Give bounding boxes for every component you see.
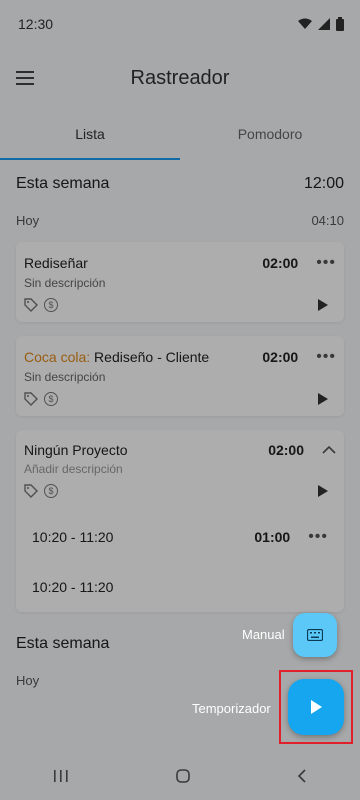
- status-time: 12:30: [18, 16, 54, 32]
- week-total: 12:00: [303, 175, 344, 192]
- manual-fab-label: Manual: [242, 627, 285, 642]
- entry-title: Coca cola: Rediseño - Cliente: [24, 349, 209, 365]
- play-icon[interactable]: [318, 485, 328, 497]
- time-entry-card[interactable]: Coca cola: Rediseño - Cliente 02:00 ••• …: [16, 336, 344, 416]
- system-nav-bar: [0, 752, 360, 800]
- wifi-icon: [298, 18, 312, 29]
- entry-task: Rediseño - Cliente: [94, 349, 210, 365]
- back-icon[interactable]: [296, 768, 308, 784]
- entry-description-placeholder[interactable]: Añadir descripción: [24, 462, 336, 476]
- time-entry-card[interactable]: Rediseñar 02:00 ••• Sin descripción $: [16, 242, 344, 322]
- battery-icon: [336, 17, 344, 31]
- app-bar: Rastreador: [0, 48, 360, 108]
- sub-entry-range: 10:20 - 11:20: [32, 529, 114, 545]
- manual-entry-button[interactable]: [293, 613, 337, 657]
- entry-title: Ningún Proyecto: [24, 442, 128, 458]
- more-options-icon[interactable]: •••: [308, 528, 328, 546]
- entry-description: Sin descripción: [24, 276, 106, 290]
- page-title: Rastreador: [130, 66, 230, 89]
- day-header: Hoy 04:10: [16, 208, 344, 232]
- entry-title: Rediseñar: [24, 255, 88, 271]
- status-bar: 12:30: [0, 0, 360, 48]
- tag-icon[interactable]: [24, 484, 38, 498]
- tab-indicator: [0, 158, 180, 160]
- tag-icon[interactable]: [24, 298, 38, 312]
- billable-icon[interactable]: $: [44, 392, 58, 406]
- entry-duration: 02:00: [262, 255, 299, 271]
- tab-lista[interactable]: Lista: [0, 108, 180, 160]
- sub-entry-row[interactable]: 10:20 - 11:20: [24, 562, 336, 612]
- tab-bar: Lista Pomodoro: [0, 108, 360, 160]
- play-icon[interactable]: [318, 299, 328, 311]
- play-icon[interactable]: [318, 393, 328, 405]
- time-entry-card-expanded[interactable]: Ningún Proyecto 02:00 Añadir descripción…: [16, 430, 344, 612]
- home-icon[interactable]: [175, 768, 191, 784]
- play-icon: [311, 700, 322, 714]
- more-options-icon[interactable]: •••: [316, 348, 336, 366]
- entry-duration: 02:00: [268, 442, 304, 458]
- hamburger-menu-icon[interactable]: [16, 64, 44, 92]
- chevron-up-icon[interactable]: [322, 445, 336, 455]
- billable-icon[interactable]: $: [44, 298, 58, 312]
- sub-entry-range: 10:20 - 11:20: [32, 579, 114, 595]
- recents-icon[interactable]: [52, 769, 70, 783]
- sub-entry-duration: 01:00: [254, 529, 291, 545]
- week-label: Esta semana: [16, 175, 110, 192]
- day-label: Hoy: [16, 672, 40, 688]
- start-timer-button[interactable]: [288, 679, 344, 735]
- tab-pomodoro[interactable]: Pomodoro: [180, 108, 360, 160]
- tag-icon[interactable]: [24, 392, 38, 406]
- day-label: Hoy: [16, 212, 40, 228]
- entry-project: Coca cola:: [24, 349, 91, 365]
- status-icons: [298, 17, 344, 31]
- timer-fab-label: Temporizador: [192, 701, 271, 716]
- week-label: Esta semana: [16, 635, 110, 652]
- more-options-icon[interactable]: •••: [316, 254, 336, 272]
- entry-description: Sin descripción: [24, 370, 106, 384]
- signal-icon: [318, 18, 330, 30]
- day-total: 04:10: [311, 212, 344, 228]
- sub-entry-row[interactable]: 10:20 - 11:20 01:00 •••: [24, 512, 336, 562]
- keyboard-icon: [307, 629, 323, 641]
- entry-duration: 02:00: [262, 349, 299, 365]
- billable-icon[interactable]: $: [44, 484, 58, 498]
- week-header: Esta semana 12:00: [16, 160, 344, 208]
